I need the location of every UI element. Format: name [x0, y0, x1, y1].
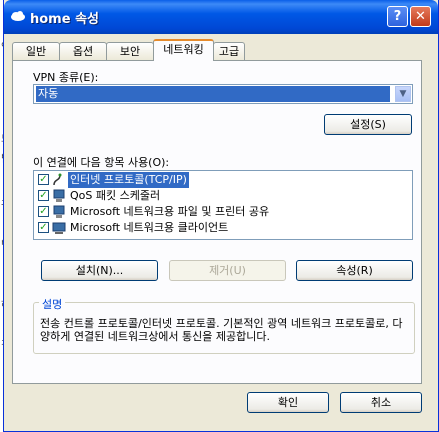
protocol-icon	[53, 173, 62, 186]
install-button[interactable]: 설치(N)...	[41, 260, 158, 281]
network-client-icon	[52, 222, 66, 234]
properties-dialog: home 속성 ? ✕ 일반 옵션 보안 네트워킹 고급 VPN 종류(E): …	[3, 0, 439, 432]
dialog-body: 일반 옵션 보안 네트워킹 고급 VPN 종류(E): 자동 ▼ 설정(S) 이…	[7, 34, 435, 428]
list-item-label: QoS 패킷 스케줄러	[70, 189, 161, 202]
chevron-down-icon[interactable]: ▼	[395, 86, 411, 102]
vpn-type-label: VPN 종류(E):	[33, 71, 99, 84]
tab-general[interactable]: 일반	[12, 42, 60, 60]
tab-security[interactable]: 보안	[106, 42, 154, 60]
window-title: home 속성	[30, 12, 99, 27]
checkbox[interactable]: ✓	[38, 190, 49, 201]
help-button[interactable]: ?	[387, 6, 408, 27]
tab-networking[interactable]: 네트워킹	[153, 39, 214, 61]
properties-button[interactable]: 속성(R)	[296, 260, 413, 281]
list-item-label: 인터넷 프로토콜(TCP/IP)	[68, 172, 189, 188]
ok-button[interactable]: 확인	[247, 392, 329, 413]
connection-icon	[11, 11, 25, 21]
list-item[interactable]: ✓ QoS 패킷 스케줄러	[36, 188, 410, 204]
close-button[interactable]: ✕	[410, 6, 431, 27]
list-item-label: Microsoft 네트워크용 파일 및 프린터 공유	[70, 205, 270, 218]
checkbox[interactable]: ✓	[38, 174, 49, 185]
list-item[interactable]: ✓ Microsoft 네트워크용 클라이언트	[36, 220, 410, 236]
list-item[interactable]: ✓ Microsoft 네트워크용 파일 및 프린터 공유	[36, 204, 410, 220]
network-service-icon	[53, 205, 65, 218]
checkbox[interactable]: ✓	[38, 206, 49, 217]
title-bar[interactable]: home 속성 ? ✕	[4, 0, 438, 34]
components-label: 이 연결에 다음 항목 사용(O):	[33, 156, 170, 169]
remove-button[interactable]: 제거(U)	[169, 260, 286, 281]
cancel-button[interactable]: 취소	[340, 392, 422, 413]
tab-options[interactable]: 옵션	[59, 42, 107, 60]
description-text: 전송 컨트롤 프로토콜/인터넷 프로토콜. 기본적인 광역 네트워크 프로토콜로…	[40, 317, 403, 343]
checkbox[interactable]: ✓	[38, 222, 49, 233]
tab-advanced[interactable]: 고급	[213, 42, 245, 60]
vpn-type-value: 자동	[36, 86, 390, 102]
list-item-label: Microsoft 네트워크용 클라이언트	[70, 221, 229, 234]
list-item[interactable]: ✓ 인터넷 프로토콜(TCP/IP)	[36, 172, 410, 188]
components-list[interactable]: ✓ 인터넷 프로토콜(TCP/IP) ✓ QoS 패킷 스케줄러 ✓ Micro…	[33, 170, 413, 240]
vpn-type-select[interactable]: 자동 ▼	[33, 84, 413, 104]
vpn-settings-button[interactable]: 설정(S)	[324, 114, 412, 135]
network-service-icon	[53, 189, 65, 202]
description-title: 설명	[39, 296, 66, 312]
